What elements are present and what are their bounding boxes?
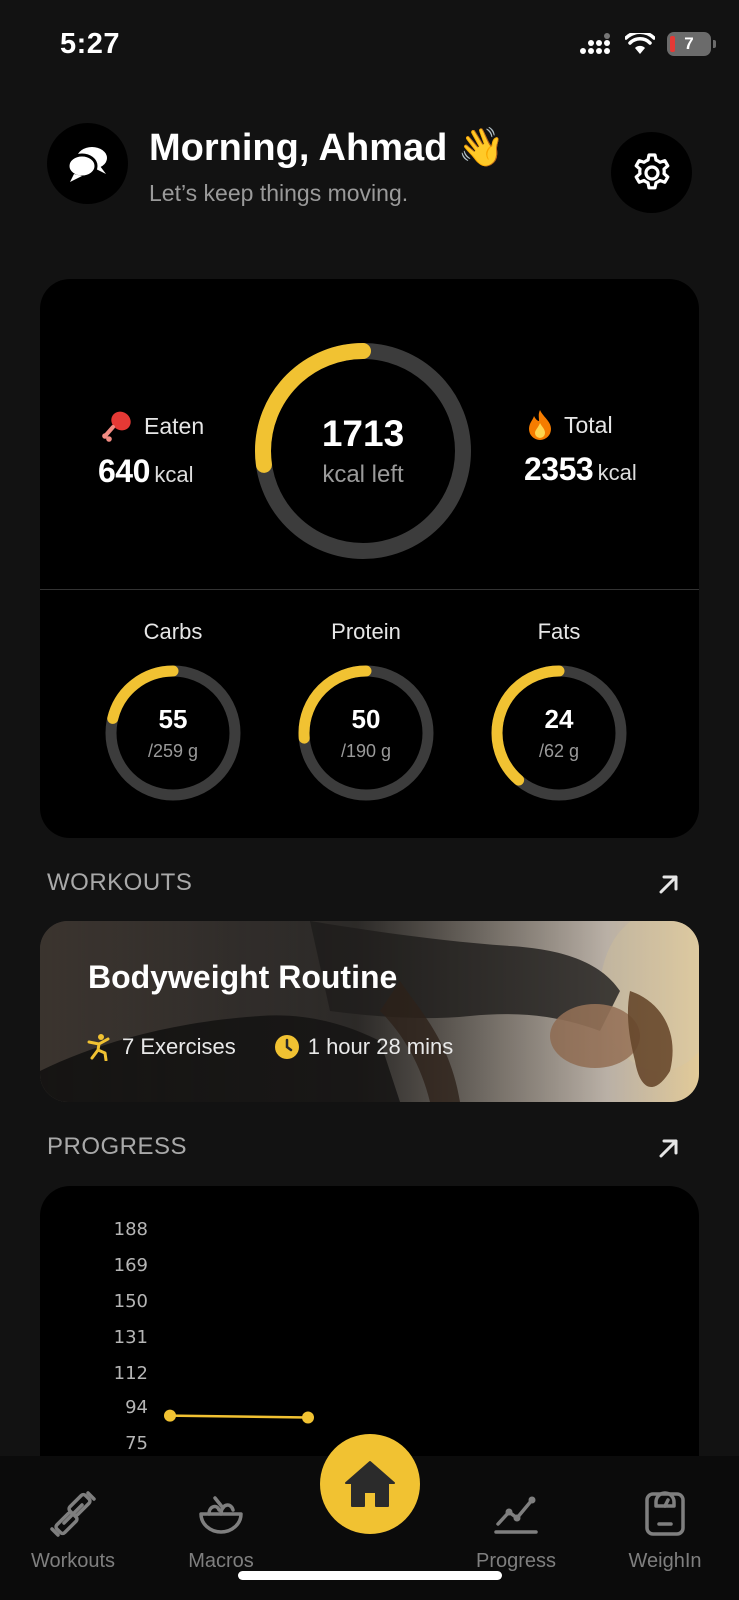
drumstick-icon [102,411,131,442]
arrow-up-right-icon[interactable] [654,869,684,899]
macro-fats[interactable]: Fats 24 /62 g [489,619,629,803]
macro-goal: /62 g [538,741,580,761]
gear-icon [634,152,669,189]
tab-label: Macros [188,1550,254,1572]
macro-value: 24 [544,704,574,734]
macro-ring: 55 /259 g [103,663,243,803]
macro-goal: /259 g [147,741,199,761]
macro-value: 55 [158,704,188,734]
data-point[interactable] [302,1411,314,1424]
settings-button[interactable] [611,132,692,213]
workouts-section-header: WORKOUTS [47,869,692,909]
kcal-left-label: kcal left [322,461,404,488]
macro-label: Fats [537,619,581,644]
dumbbell-icon [50,1491,96,1537]
home-screen: 5:27 7 Morning, Ahmad 👋 Let’s keep thing… [0,0,739,1600]
chat-bubbles-icon [66,146,107,182]
workout-exercises: 7 Exercises [122,1034,236,1059]
tab-progress[interactable]: Progress [451,1488,581,1573]
tab-workouts[interactable]: Workouts [8,1488,138,1573]
macro-label: Carbs [143,619,203,644]
cellular-signal-icon [580,33,610,54]
arrow-up-right-icon[interactable] [654,1133,684,1163]
progress-section-title: PROGRESS [47,1133,188,1160]
total-stat: Total 2353 kcal [524,409,664,488]
series-line [169,1414,309,1419]
eaten-stat: Eaten 640 kcal [98,409,238,490]
workouts-section-title: WORKOUTS [47,869,193,896]
macro-value: 50 [351,704,381,734]
macro-protein[interactable]: Protein 50 /190 g [296,619,436,803]
macro-label: Protein [331,619,401,644]
tab-label: Progress [475,1550,557,1572]
total-unit: kcal [597,460,637,485]
chart-icon [494,1496,538,1534]
kcal-left-value: 1713 [321,413,405,454]
tab-label: WeighIn [628,1550,702,1572]
battery-icon: 7 [667,32,716,56]
workout-card[interactable]: Bodyweight Routine 7 Exercises 1 hour 28… [40,921,699,1102]
kcal-left-ring: 1713 kcal left [253,341,473,561]
progress-section-header: PROGRESS [47,1133,692,1173]
eaten-value: 640 [98,453,150,489]
home-indicator [238,1571,502,1580]
chat-button[interactable] [47,123,128,204]
tab-macros[interactable]: Macros [156,1488,286,1573]
total-value: 2353 [524,451,594,487]
macro-ring: 50 /190 g [296,663,436,803]
eaten-label: Eaten [144,412,205,439]
total-label: Total [564,411,613,438]
calories-card[interactable]: Eaten 640 kcal 1713 kcal left Total 2353… [40,279,699,838]
workout-duration: 1 hour 28 mins [307,1034,454,1059]
eaten-unit: kcal [154,462,194,487]
bowl-icon [199,1496,243,1534]
status-bar: 5:27 7 [0,0,739,92]
greeting-subtitle: Let’s keep things moving. [149,180,409,206]
scale-icon [645,1491,685,1536]
macro-ring: 24 /62 g [489,663,629,803]
greeting-title: Morning, Ahmad 👋 [149,127,506,169]
status-icons: 7 [579,32,716,56]
workout-overlay [40,921,699,1102]
header: Morning, Ahmad 👋 Let’s keep things movin… [47,122,692,213]
macro-carbs[interactable]: Carbs 55 /259 g [103,619,243,803]
wifi-icon [625,33,655,54]
clock-icon [274,1035,299,1059]
exercise-figure-icon [87,1034,110,1061]
home-icon [345,1461,395,1507]
data-point[interactable] [164,1409,176,1422]
card-divider [40,589,699,590]
tab-label: Workouts [30,1550,116,1572]
fire-icon [529,410,551,440]
tab-weighin[interactable]: WeighIn [600,1488,730,1573]
home-button[interactable] [320,1434,420,1534]
workout-title: Bodyweight Routine [88,959,398,995]
macro-goal: /190 g [340,741,392,761]
status-time: 5:27 [60,28,121,60]
workout-meta: 7 Exercises 1 hour 28 mins [86,1033,453,1061]
battery-level: 7 [684,34,694,53]
